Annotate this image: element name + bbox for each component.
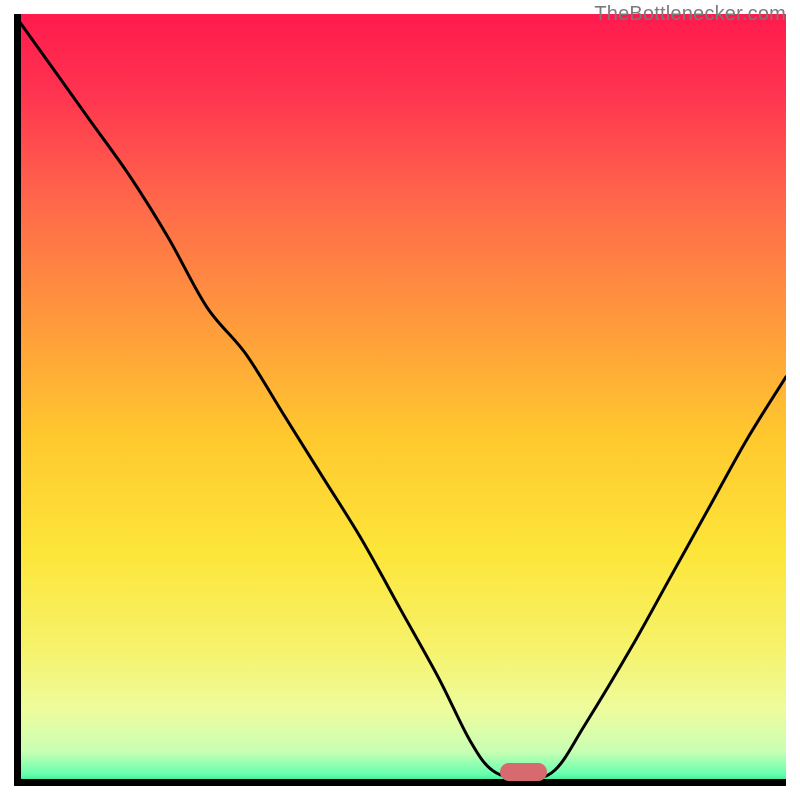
- plot-area: [14, 14, 786, 786]
- axes-layer: [14, 14, 786, 786]
- well-marker: [500, 763, 546, 781]
- chart-container: TheBottlenecker.com: [0, 0, 800, 800]
- watermark-text: TheBottlenecker.com: [594, 3, 786, 26]
